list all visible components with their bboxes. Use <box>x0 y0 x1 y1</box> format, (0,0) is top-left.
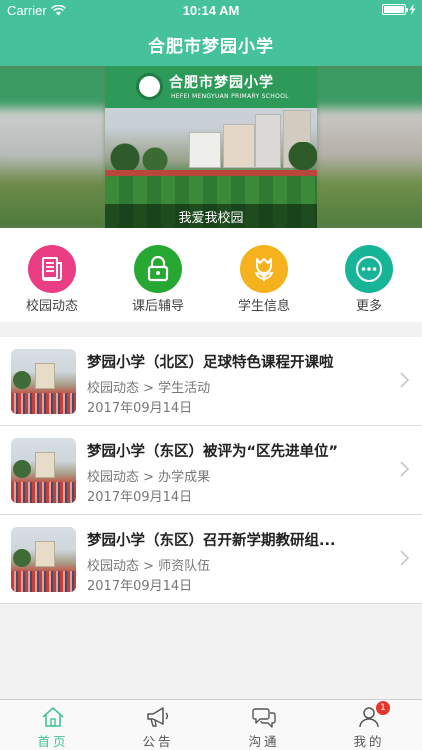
menu-label: 更多 <box>355 299 382 314</box>
banner-carousel[interactable]: 合肥市梦园小学 HEFEI MENGYUAN PRIMARY SCHOOL 我爱… <box>0 66 422 228</box>
news-thumbnail <box>11 349 76 414</box>
tab-bar: 首页 公告 沟通 1 我的 <box>0 699 422 750</box>
status-bar: Carrier 10:14 AM <box>0 0 422 22</box>
news-list: 梦园小学（北区）足球特色课程开课啦 校园动态 > 学生活动 2017年09月14… <box>0 337 422 604</box>
page-title: 合肥市梦园小学 <box>148 37 274 57</box>
tab-label: 沟通 <box>248 734 280 749</box>
school-logo-bar: 合肥市梦园小学 HEFEI MENGYUAN PRIMARY SCHOOL <box>105 66 317 108</box>
charging-bolt-icon <box>409 4 416 15</box>
menu-item-more[interactable]: 更多 <box>329 245 409 314</box>
chevron-right-icon <box>400 461 409 477</box>
more-icon <box>345 245 393 293</box>
banner-caption: 我爱我校园 <box>178 211 244 226</box>
tab-chat[interactable]: 沟通 <box>224 704 304 750</box>
tab-label: 我的 <box>353 734 385 749</box>
menu-item-tutoring[interactable]: 课后辅导 <box>118 245 198 314</box>
menu-item-student-info[interactable]: 学生信息 <box>224 245 304 314</box>
header: Carrier 10:14 AM 合肥市梦园小学 <box>0 0 422 66</box>
megaphone-icon <box>147 707 168 727</box>
lock-icon <box>134 245 182 293</box>
news-thumbnail <box>11 527 76 592</box>
home-icon <box>42 707 64 727</box>
news-date: 2017年09月14日 <box>87 401 193 416</box>
tab-profile[interactable]: 1 我的 <box>329 701 409 750</box>
tab-announcements[interactable]: 公告 <box>118 704 198 750</box>
chevron-right-icon <box>400 372 409 388</box>
chevron-right-icon <box>400 550 409 566</box>
newspaper-icon <box>28 245 76 293</box>
menu-label: 校园动态 <box>25 299 78 314</box>
news-date: 2017年09月14日 <box>87 490 193 505</box>
tab-home[interactable]: 首页 <box>13 704 93 750</box>
menu-label: 学生信息 <box>237 299 290 314</box>
menu-label: 课后辅导 <box>131 299 184 314</box>
news-item[interactable]: 梦园小学（东区）被评为“区先进单位” 校园动态 > 办学成果 2017年09月1… <box>0 426 422 515</box>
news-thumbnail <box>11 438 76 503</box>
news-category: 校园动态 > 学生活动 <box>87 381 211 396</box>
banner-school-name-en: HEFEI MENGYUAN PRIMARY SCHOOL <box>171 93 289 100</box>
news-date: 2017年09月14日 <box>87 579 193 594</box>
news-item[interactable]: 梦园小学（东区）召开新学期教研组... 校园动态 > 师资队伍 2017年09月… <box>0 515 422 604</box>
clock: 10:14 AM <box>182 3 240 18</box>
banner-school-name: 合肥市梦园小学 <box>169 75 274 91</box>
news-category: 校园动态 > 办学成果 <box>87 470 211 485</box>
battery-group <box>382 4 416 15</box>
notification-badge: 1 <box>376 701 390 715</box>
banner-prev-preview <box>0 66 106 228</box>
news-item[interactable]: 梦园小学（北区）足球特色课程开课啦 校园动态 > 学生活动 2017年09月14… <box>0 337 422 426</box>
tulip-icon <box>240 245 288 293</box>
news-title: 梦园小学（东区）召开新学期教研组... <box>87 533 336 549</box>
news-title: 梦园小学（东区）被评为“区先进单位” <box>87 444 339 460</box>
news-category: 校园动态 > 师资队伍 <box>87 559 211 574</box>
school-emblem-icon <box>136 73 163 100</box>
menu-item-campus-news[interactable]: 校园动态 <box>12 245 92 314</box>
banner-next-preview <box>316 66 422 228</box>
battery-icon <box>382 4 408 15</box>
tab-label: 公告 <box>142 734 174 749</box>
quick-menu: 校园动态 课后辅导 学生信息 更多 <box>0 228 422 322</box>
news-title: 梦园小学（北区）足球特色课程开课啦 <box>87 355 334 371</box>
chat-icon <box>252 708 276 728</box>
tab-label: 首页 <box>37 734 69 749</box>
